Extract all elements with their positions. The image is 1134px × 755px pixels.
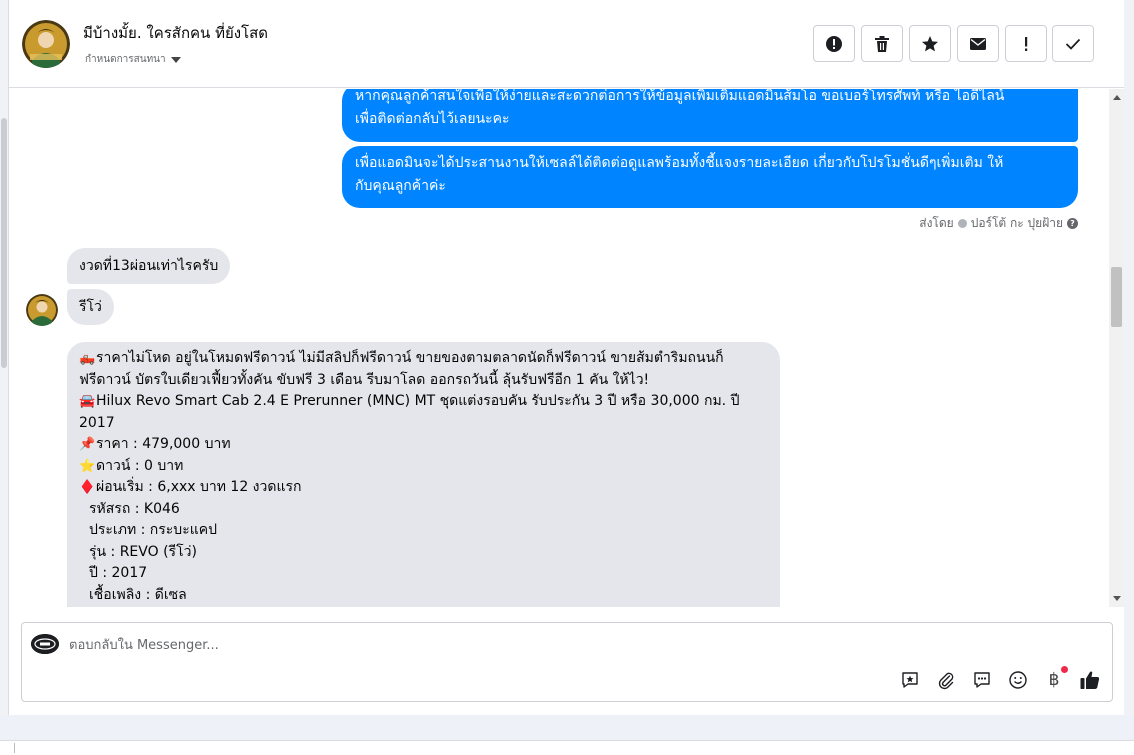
listing-line: 📌ราคา : 479,000 บาท [79, 434, 768, 456]
sent-by-info: ส่งโดย ปอร์โต้ กะ ปุยฝ้าย ? [919, 214, 1078, 233]
listing-line: ฟรีดาวน์ บัตรใบเดียวเฟี้ยวทั้งคัน ขับฟรี… [79, 370, 768, 392]
messenger-inbox-window: มีบ้างมั้ย. ใครสักคน ที่ยังโสด กำหนดการส… [0, 0, 1134, 755]
listing-line: รุ่น : REVO (รีโว่) [79, 542, 768, 564]
chat-bubble-icon [974, 672, 990, 688]
trash-icon [875, 35, 889, 52]
incoming-message[interactable]: งวดที่13ผ่อนเท่าไรครับ [67, 248, 231, 284]
listing-emoji-icon: 📌 [79, 437, 96, 452]
help-icon[interactable]: ? [1067, 218, 1078, 229]
reply-input[interactable] [69, 635, 769, 655]
outgoing-message[interactable]: หากคุณลูกค้าสนใจเพื่อให้ง่ายและสะดวกต่อก… [342, 89, 1078, 142]
assign-conversation-label: กำหนดการสนทนา [85, 54, 166, 65]
listing-text: 2017 [79, 414, 115, 431]
like-button[interactable] [1079, 669, 1101, 691]
listing-line: ⭐ดาวน์ : 0 บาท [79, 456, 768, 478]
conversation-title: มีบ้างมั้ย. ใครสักคน ที่ยังโสด [83, 24, 269, 42]
listing-text: ฟรีดาวน์ บัตรใบเดียวเฟี้ยวทั้งคัน ขับฟรี… [79, 371, 650, 388]
message-text: เพื่อติดต่อกลับไว้เลยนะคะ [355, 111, 510, 127]
message-text: หากคุณลูกค้าสนใจเพื่อให้ง่ายและสะดวกต่อก… [355, 89, 1005, 104]
listing-line: ประเภท : กระบะแคป [79, 520, 768, 542]
right-edge-strip [1124, 0, 1134, 715]
bottom-band [0, 715, 1134, 740]
listing-text: ราคาไม่โหด อยู่ในโหมดฟรีดาวน์ ไม่มีสลิปก… [96, 350, 724, 366]
mark-spam-button[interactable] [813, 25, 855, 62]
payment-request-button[interactable]: ฿ [1043, 666, 1068, 691]
thumbs-up-icon [1080, 671, 1100, 689]
emoji-button[interactable] [1007, 669, 1029, 691]
scroll-thumb[interactable] [1111, 267, 1122, 327]
listing-line: 🚘Hilux Revo Smart Cab 2.4 E Prerunner (M… [79, 391, 768, 413]
listing-text: รุ่น : REVO (รีโว่) [89, 543, 197, 560]
quick-reply-button[interactable] [971, 669, 993, 691]
saved-reply-button[interactable] [899, 669, 921, 691]
car-listing-message[interactable]: 🛻ราคาไม่โหด อยู่ในโหมดฟรีดาวน์ ไม่มีสลิป… [67, 342, 780, 607]
paperclip-icon [938, 672, 954, 690]
follow-up-button[interactable] [1005, 25, 1047, 62]
status-bar [0, 741, 1134, 755]
thread-scrollbar[interactable] [1109, 89, 1124, 607]
message-text: งวดที่13ผ่อนเท่าไรครับ [79, 258, 219, 274]
mark-done-button[interactable] [1052, 25, 1094, 62]
star-button[interactable] [909, 25, 951, 62]
contact-avatar-small[interactable] [26, 294, 58, 326]
verified-dot-icon [957, 219, 967, 228]
envelope-icon [970, 37, 986, 50]
listing-line: 🛻ราคาไม่โหด อยู่ในโหมดฟรีดาวน์ ไม่มีสลิป… [79, 348, 768, 370]
exclamation-icon [1025, 36, 1028, 51]
listing-text: ปี : 2017 [89, 565, 148, 581]
page-avatar [31, 634, 59, 654]
listing-text: Hilux Revo Smart Cab 2.4 E Prerunner (MN… [96, 393, 740, 409]
listing-emoji-icon: ⭐ [79, 458, 96, 474]
delete-button[interactable] [861, 25, 903, 62]
listing-line: เชื้อเพลิง : ดีเซล [79, 585, 768, 607]
alert-circle-icon [826, 35, 842, 52]
listing-line: 2017 [79, 413, 768, 435]
contact-avatar[interactable] [22, 20, 70, 68]
assign-conversation-dropdown[interactable]: กำหนดการสนทนา [85, 52, 181, 67]
sent-by-name[interactable]: ปอร์โต้ กะ ปุยฝ้าย [971, 214, 1063, 233]
saved-reply-icon [902, 672, 918, 688]
status-tick [14, 743, 15, 753]
listing-emoji-icon: ♦️ [79, 480, 96, 495]
outgoing-message[interactable]: เพื่อแอดมินจะได้ประสานงานให้เซลล์ได้ติดต… [342, 146, 1078, 208]
emoji-icon [1009, 671, 1027, 689]
listing-text: รหัสรถ : K046 [89, 500, 180, 517]
listing-emoji-icon: 🛻 [79, 351, 96, 366]
listing-line: ปี : 2017 [79, 563, 768, 585]
listing-emoji-icon: 🚘 [79, 394, 96, 409]
left-scroll-strip [0, 0, 9, 715]
message-thread[interactable]: หากคุณลูกค้าสนใจเพื่อให้ง่ายและสะดวกต่อก… [9, 89, 1124, 607]
star-icon [922, 35, 938, 51]
message-text: กับคุณลูกค้าค่ะ [355, 178, 446, 194]
listing-line: ♦️ผ่อนเริ่ม : 6,xxx บาท 12 งวดแรก [79, 477, 768, 499]
caret-down-icon [170, 56, 181, 63]
message-text: รีโว่ [79, 299, 102, 315]
mark-unread-button[interactable] [957, 25, 999, 62]
conversation-header: มีบ้างมั้ย. ใครสักคน ที่ยังโสด กำหนดการส… [9, 0, 1124, 88]
listing-line: รหัสรถ : K046 [79, 499, 768, 521]
listing-text: ประเภท : กระบะแคป [89, 522, 217, 538]
message-text: เพื่อแอดมินจะได้ประสานงานให้เซลล์ได้ติดต… [355, 155, 1004, 171]
sent-by-prefix: ส่งโดย [919, 216, 954, 230]
composer-toolbar: ฿ [899, 666, 1101, 692]
listing-text: ดาวน์ : 0 บาท [96, 457, 184, 474]
listing-text: เชื้อเพลิง : ดีเซล [89, 586, 187, 603]
left-scroll-thumb[interactable] [1, 118, 7, 368]
reply-composer: ฿ [21, 622, 1113, 702]
incoming-message[interactable]: รีโว่ [67, 289, 114, 325]
notification-dot [1061, 666, 1068, 673]
check-icon [1065, 38, 1081, 50]
attach-file-button[interactable] [935, 669, 957, 691]
scroll-down-arrow-icon[interactable] [1113, 596, 1121, 601]
listing-text: ราคา : 479,000 บาท [96, 436, 231, 452]
listing-text: ผ่อนเริ่ม : 6,xxx บาท 12 งวดแรก [96, 479, 302, 495]
baht-icon: ฿ [1048, 670, 1060, 690]
scroll-up-arrow-icon[interactable] [1113, 95, 1121, 100]
